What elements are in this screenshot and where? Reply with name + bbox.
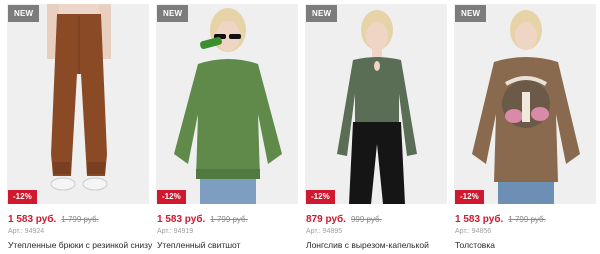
discount-badge: -12%	[8, 190, 37, 204]
model-photo	[7, 4, 149, 204]
product-grid: NEW -12% 1 583 руб. 1 799 руб. Арт.: 949…	[0, 0, 600, 254]
current-price: 879 руб.	[306, 214, 346, 225]
current-price: 1 583 руб.	[455, 214, 504, 225]
product-name-link[interactable]: Толстовка	[455, 240, 495, 250]
product-name-link[interactable]: Лонгслив с вырезом-капелькой	[306, 240, 429, 250]
product-card[interactable]: NEW -12% 1 583 руб. 1 799 руб. Арт.: 949…	[7, 0, 152, 254]
old-price: 1 799 руб.	[61, 215, 99, 224]
product-photo[interactable]: NEW -12%	[156, 4, 298, 204]
old-price: 999 руб.	[350, 215, 382, 224]
product-sku: Арт.: 94856	[455, 228, 492, 235]
model-photo	[156, 4, 298, 204]
product-sku: Арт.: 94924	[8, 228, 45, 235]
model-photo	[454, 4, 596, 204]
price-row: 1 583 руб. 1 799 руб.	[455, 214, 546, 225]
product-card[interactable]: NEW -12% 1 583 руб. 1 799 руб. Арт.: 949…	[156, 0, 298, 254]
new-badge: NEW	[8, 5, 40, 22]
product-name-link[interactable]: Утепленные брюки с резинкой снизу	[8, 240, 152, 250]
discount-badge: -12%	[306, 190, 335, 204]
current-price: 1 583 руб.	[8, 214, 57, 225]
discount-badge: -12%	[157, 190, 186, 204]
price-row: 879 руб. 999 руб.	[306, 214, 382, 225]
old-price: 1 799 руб.	[210, 215, 248, 224]
product-name-link[interactable]: Утепленный свитшот	[157, 240, 240, 250]
product-photo[interactable]: NEW -12%	[454, 4, 596, 204]
new-badge: NEW	[455, 5, 487, 22]
model-photo	[305, 4, 447, 204]
current-price: 1 583 руб.	[157, 214, 206, 225]
price-row: 1 583 руб. 1 799 руб.	[8, 214, 99, 225]
product-photo[interactable]: NEW -12%	[305, 4, 447, 204]
old-price: 1 799 руб.	[508, 215, 546, 224]
new-badge: NEW	[306, 5, 338, 22]
product-photo[interactable]: NEW -12%	[7, 4, 149, 204]
discount-badge: -12%	[455, 190, 484, 204]
product-sku: Арт.: 94895	[306, 228, 343, 235]
product-card[interactable]: NEW -12% 879 руб. 999 руб. Арт.: 94895 Л…	[305, 0, 447, 254]
price-row: 1 583 руб. 1 799 руб.	[157, 214, 248, 225]
product-card[interactable]: NEW -12% 1 583 руб. 1 799 руб. Арт.: 948…	[454, 0, 596, 254]
product-sku: Арт.: 94919	[157, 228, 194, 235]
new-badge: NEW	[157, 5, 189, 22]
